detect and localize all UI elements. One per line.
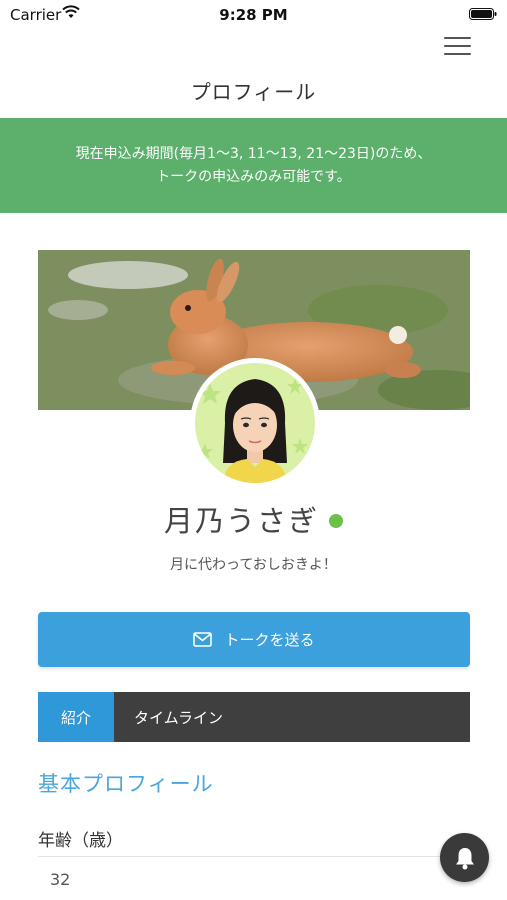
application-period-notice: 現在申込み期間(毎月1〜3, 11〜13, 21〜23日)のため、 トークの申込… <box>0 118 507 213</box>
profile-tagline: 月に代わっておしおきよ！ <box>170 557 337 573</box>
hamburger-menu-icon[interactable] <box>444 37 471 57</box>
online-status-dot <box>329 514 343 528</box>
notice-line-2: トークの申込みのみ可能です。 <box>156 168 351 185</box>
send-talk-button-label: トークを送る <box>224 631 315 649</box>
bell-icon <box>455 847 474 869</box>
profile-name-text: 月乃うさぎ <box>163 504 319 538</box>
status-bar: Carrier 9:28 PM <box>0 0 507 30</box>
profile-tabs: 紹介 タイムライン <box>38 692 470 742</box>
tab-introduction[interactable]: 紹介 <box>38 692 114 742</box>
page-title: プロフィール <box>190 80 317 104</box>
notification-bell-button[interactable] <box>440 833 489 882</box>
battery-icon <box>469 8 497 20</box>
mail-icon <box>193 632 213 647</box>
age-label: 年齢（歳） <box>38 831 123 851</box>
tab-timeline[interactable]: タイムライン <box>114 692 470 742</box>
send-talk-button[interactable]: トークを送る <box>38 612 470 667</box>
status-time: 9:28 PM <box>219 6 288 24</box>
avatar-illustration <box>195 363 315 483</box>
profile-name: 月乃うさぎ <box>0 498 507 540</box>
age-value: 32 <box>50 870 71 889</box>
basic-profile-title: 基本プロフィール <box>38 772 214 796</box>
field-divider <box>38 856 470 857</box>
notice-line-1: 現在申込み期間(毎月1〜3, 11〜13, 21〜23日)のため、 <box>75 145 432 162</box>
avatar <box>190 358 320 488</box>
